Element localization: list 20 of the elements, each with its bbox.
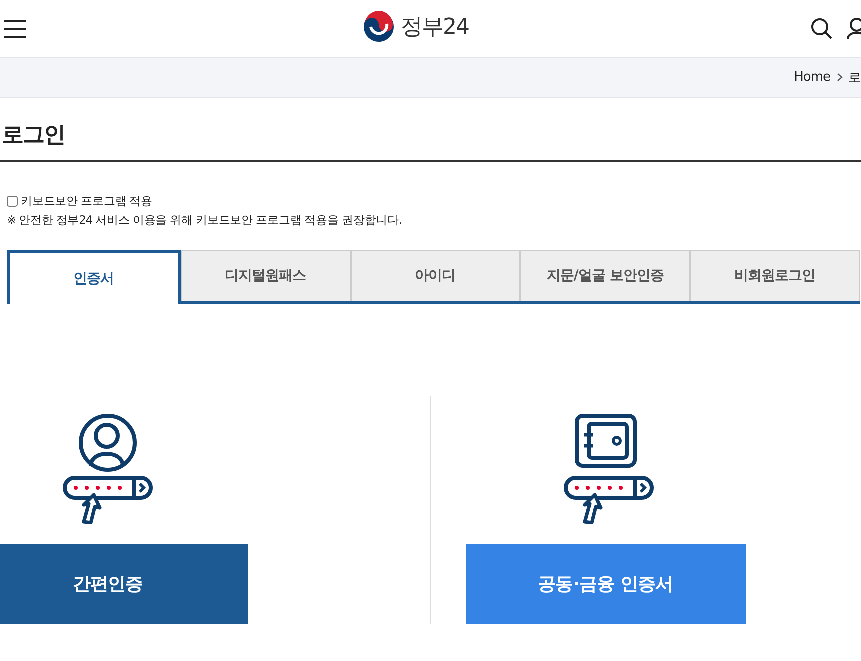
user-login-icon xyxy=(62,414,154,524)
keyboard-security-checkbox[interactable] xyxy=(7,196,18,207)
menu-icon[interactable] xyxy=(4,20,26,38)
breadcrumb-link[interactable]: 로 xyxy=(848,68,861,86)
search-icon[interactable] xyxy=(811,18,833,40)
chevron-right-icon xyxy=(836,73,842,82)
page-title: 로그인 xyxy=(0,98,861,162)
breadcrumb-link[interactable]: Home xyxy=(794,70,830,85)
login-method-button[interactable]: 공동·금융 인증서 xyxy=(466,544,746,624)
logo-text[interactable]: 정부24 xyxy=(401,12,469,42)
security-note: ※ 안전한 정부24 서비스 이용을 위해 키보드보안 프로그램 적용을 권장합니다. xyxy=(7,213,404,228)
login-tab[interactable]: 디지털원패스 xyxy=(180,250,351,301)
login-method-button[interactable]: 간편인증 xyxy=(0,544,248,624)
login-tab[interactable]: 인증서 xyxy=(7,250,181,304)
login-tab[interactable]: 비회원로그인 xyxy=(690,250,860,301)
user-icon[interactable] xyxy=(847,18,861,40)
login-tab[interactable]: 아이디 xyxy=(350,250,520,301)
login-tab[interactable]: 지문/얼굴 보안인증 xyxy=(520,250,690,301)
checkbox-label[interactable]: 키보드보안 프로그램 적용 xyxy=(21,194,153,209)
taegeuk-logo-icon xyxy=(363,11,395,43)
